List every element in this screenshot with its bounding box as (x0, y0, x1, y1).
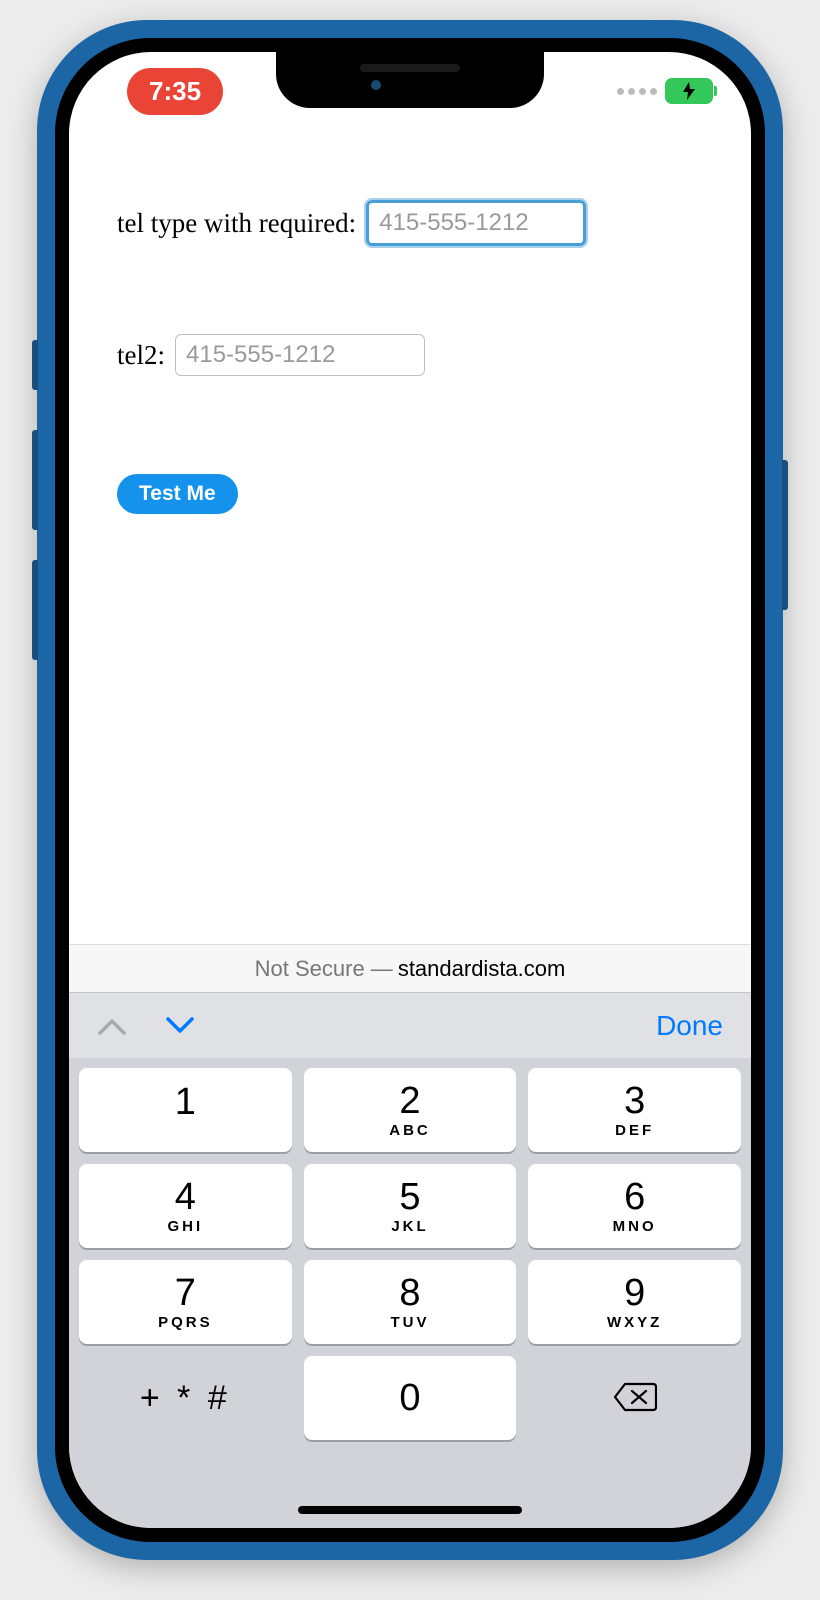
volume-up-button (32, 430, 38, 530)
url-bar[interactable]: Not Secure — standardista.com (69, 944, 751, 992)
url-security-label: Not Secure — (255, 956, 393, 982)
key-7[interactable]: 7 PQRS (79, 1260, 292, 1344)
battery-icon (665, 78, 713, 104)
power-button (782, 460, 788, 610)
previous-field-button (97, 1016, 127, 1036)
key-symbols[interactable]: + * # (79, 1356, 292, 1440)
backspace-icon (613, 1381, 657, 1416)
test-me-button[interactable]: Test Me (117, 474, 238, 514)
phone-frame: 7:35 tel type with required: tel2: (37, 20, 783, 1560)
key-backspace[interactable] (528, 1356, 741, 1440)
tel2-label: tel2: (117, 340, 165, 371)
tel1-label: tel type with required: (117, 208, 356, 239)
key-8[interactable]: 8 TUV (304, 1260, 517, 1344)
mute-switch (32, 340, 38, 390)
keyboard-accessory-bar: Done (69, 992, 751, 1058)
home-indicator[interactable] (298, 1506, 522, 1514)
keyboard-done-button[interactable]: Done (656, 1010, 723, 1042)
home-indicator-area (69, 1448, 751, 1528)
key-4[interactable]: 4 GHI (79, 1164, 292, 1248)
key-0[interactable]: 0 (304, 1356, 517, 1440)
numeric-keypad: 1 2 ABC 3 DEF 4 GHI 5 JKL (69, 1058, 751, 1448)
key-2[interactable]: 2 ABC (304, 1068, 517, 1152)
web-content: tel type with required: tel2: Test Me (69, 130, 751, 944)
key-3[interactable]: 3 DEF (528, 1068, 741, 1152)
key-6[interactable]: 6 MNO (528, 1164, 741, 1248)
tel2-input[interactable] (175, 334, 425, 376)
key-1[interactable]: 1 (79, 1068, 292, 1152)
key-9[interactable]: 9 WXYZ (528, 1260, 741, 1344)
next-field-button[interactable] (165, 1016, 195, 1036)
volume-down-button (32, 560, 38, 660)
signal-dots-icon (617, 88, 657, 95)
status-time: 7:35 (127, 68, 223, 115)
key-5[interactable]: 5 JKL (304, 1164, 517, 1248)
url-domain: standardista.com (398, 956, 566, 982)
tel1-input[interactable] (366, 200, 586, 246)
notch (276, 52, 544, 108)
